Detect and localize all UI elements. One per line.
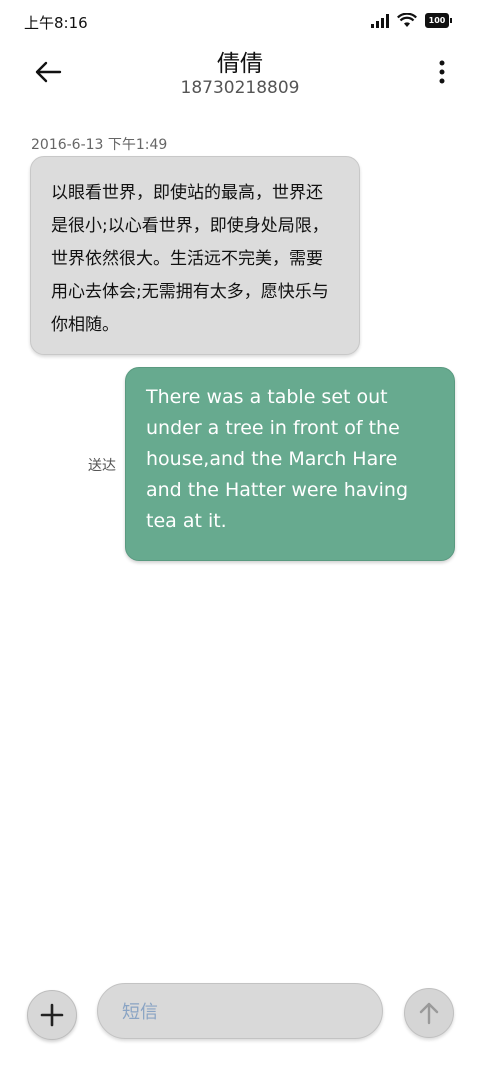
contact-name: 倩倩 (217, 51, 263, 77)
status-bar: 上午8:16 100 (0, 0, 480, 44)
status-time: 上午8:16 (24, 14, 88, 32)
plus-icon (40, 1003, 64, 1027)
add-attachment-button[interactable] (27, 990, 77, 1040)
battery-icon: 100 (425, 13, 452, 28)
signal-icon (371, 13, 389, 28)
sent-message-text: There was a table set out under a tree i… (146, 386, 409, 532)
delivery-status: 送达 (88, 458, 116, 474)
send-button[interactable] (404, 988, 454, 1038)
received-message-text: 以眼看世界，即使站的最高，世界还是很小;以心看世界，即使身处局限，世界依然很大。… (51, 183, 329, 335)
send-arrow-icon (419, 1002, 439, 1025)
more-vertical-icon (439, 60, 445, 84)
conversation-header: 倩倩 18730218809 (0, 44, 480, 114)
received-message-bubble[interactable]: 以眼看世界，即使站的最高，世界还是很小;以心看世界，即使身处局限，世界依然很大。… (30, 156, 360, 355)
wifi-icon (397, 13, 417, 27)
composer-bar: 短信 (0, 980, 480, 1046)
status-icons: 100 (371, 13, 452, 28)
sms-input[interactable]: 短信 (97, 983, 383, 1039)
phone-number: 18730218809 (180, 78, 300, 98)
sent-message-bubble[interactable]: There was a table set out under a tree i… (125, 367, 455, 561)
message-timestamp: 2016-6-13 下午1:49 (31, 137, 168, 153)
more-options-button[interactable] (432, 58, 452, 86)
battery-level: 100 (428, 16, 446, 25)
sms-input-placeholder: 短信 (122, 1002, 158, 1023)
